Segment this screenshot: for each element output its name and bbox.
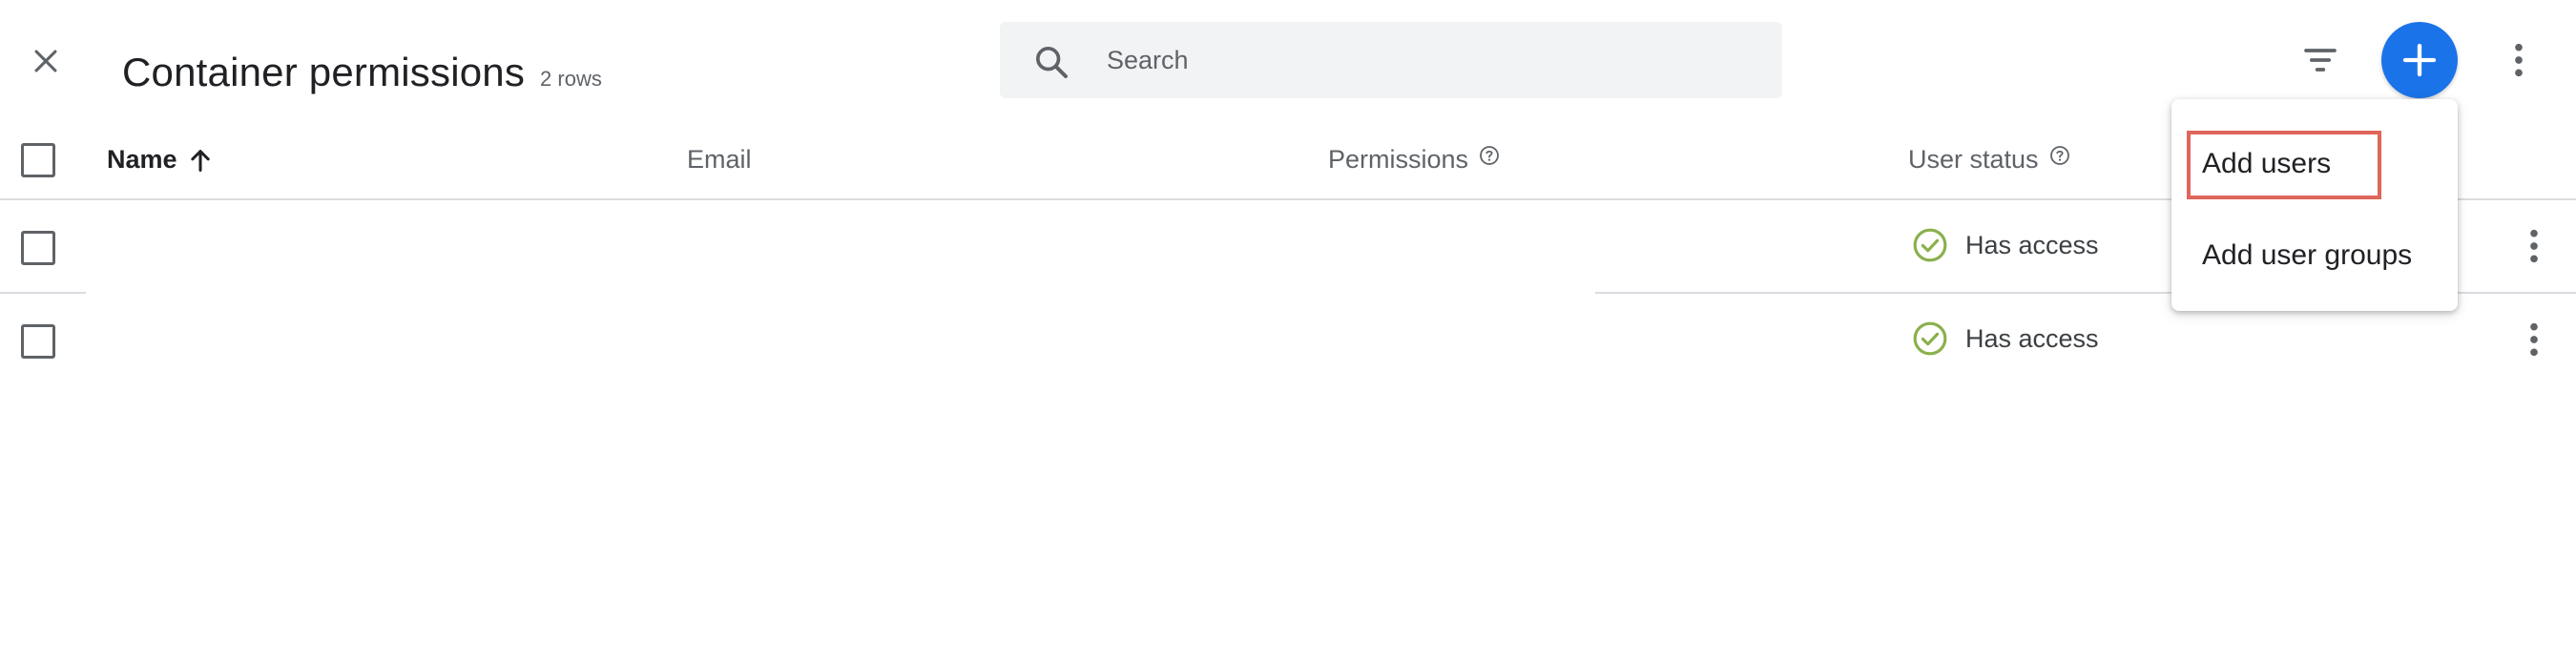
column-header-label: Email — [687, 145, 752, 174]
menu-item-add-users[interactable]: Add users — [2171, 126, 2458, 202]
more-vert-icon — [2530, 229, 2538, 263]
status-badge: Has access — [1912, 320, 2099, 357]
more-options-button[interactable] — [2492, 33, 2545, 87]
help-circle-icon[interactable] — [1478, 144, 1501, 167]
row-count: 2 rows — [540, 67, 602, 91]
arrow-up-icon — [190, 149, 210, 172]
help-circle-icon[interactable] — [2048, 144, 2071, 167]
check-circle-icon — [1913, 321, 1947, 356]
close-icon — [34, 50, 57, 72]
column-header-name[interactable]: Name — [107, 145, 214, 175]
column-header-label: Name — [107, 145, 177, 174]
menu-item-add-user-groups[interactable]: Add user groups — [2171, 217, 2458, 294]
plus-icon — [2402, 43, 2437, 77]
status-text: Has access — [1965, 230, 2099, 259]
column-header-user-status[interactable]: User status — [1908, 145, 2071, 175]
status-badge: Has access — [1912, 227, 2099, 263]
search-bar[interactable] — [1000, 22, 1782, 98]
row-more-options-button[interactable] — [2511, 219, 2557, 273]
status-text: Has access — [1965, 323, 2099, 353]
more-vert-icon — [2515, 43, 2523, 77]
title-area: Container permissions 2 rows — [122, 50, 602, 95]
column-header-label: Permissions — [1328, 145, 1469, 174]
column-header-email[interactable]: Email — [687, 145, 752, 175]
add-button[interactable] — [2381, 22, 2458, 98]
filter-icon — [2304, 49, 2337, 72]
search-input[interactable] — [1107, 22, 1755, 98]
row-checkbox[interactable] — [21, 231, 55, 265]
search-icon — [1036, 47, 1068, 78]
row-checkbox[interactable] — [21, 324, 55, 359]
filter-button[interactable] — [2290, 33, 2351, 87]
add-menu: Add users Add user groups — [2171, 99, 2458, 311]
column-header-permissions[interactable]: Permissions — [1328, 145, 1501, 175]
page-title: Container permissions — [122, 50, 526, 94]
check-circle-icon — [1913, 228, 1947, 262]
more-vert-icon — [2530, 322, 2538, 357]
row-more-options-button[interactable] — [2511, 313, 2557, 366]
select-all-checkbox[interactable] — [21, 143, 55, 177]
column-header-label: User status — [1908, 145, 2039, 174]
close-button[interactable] — [19, 34, 73, 88]
